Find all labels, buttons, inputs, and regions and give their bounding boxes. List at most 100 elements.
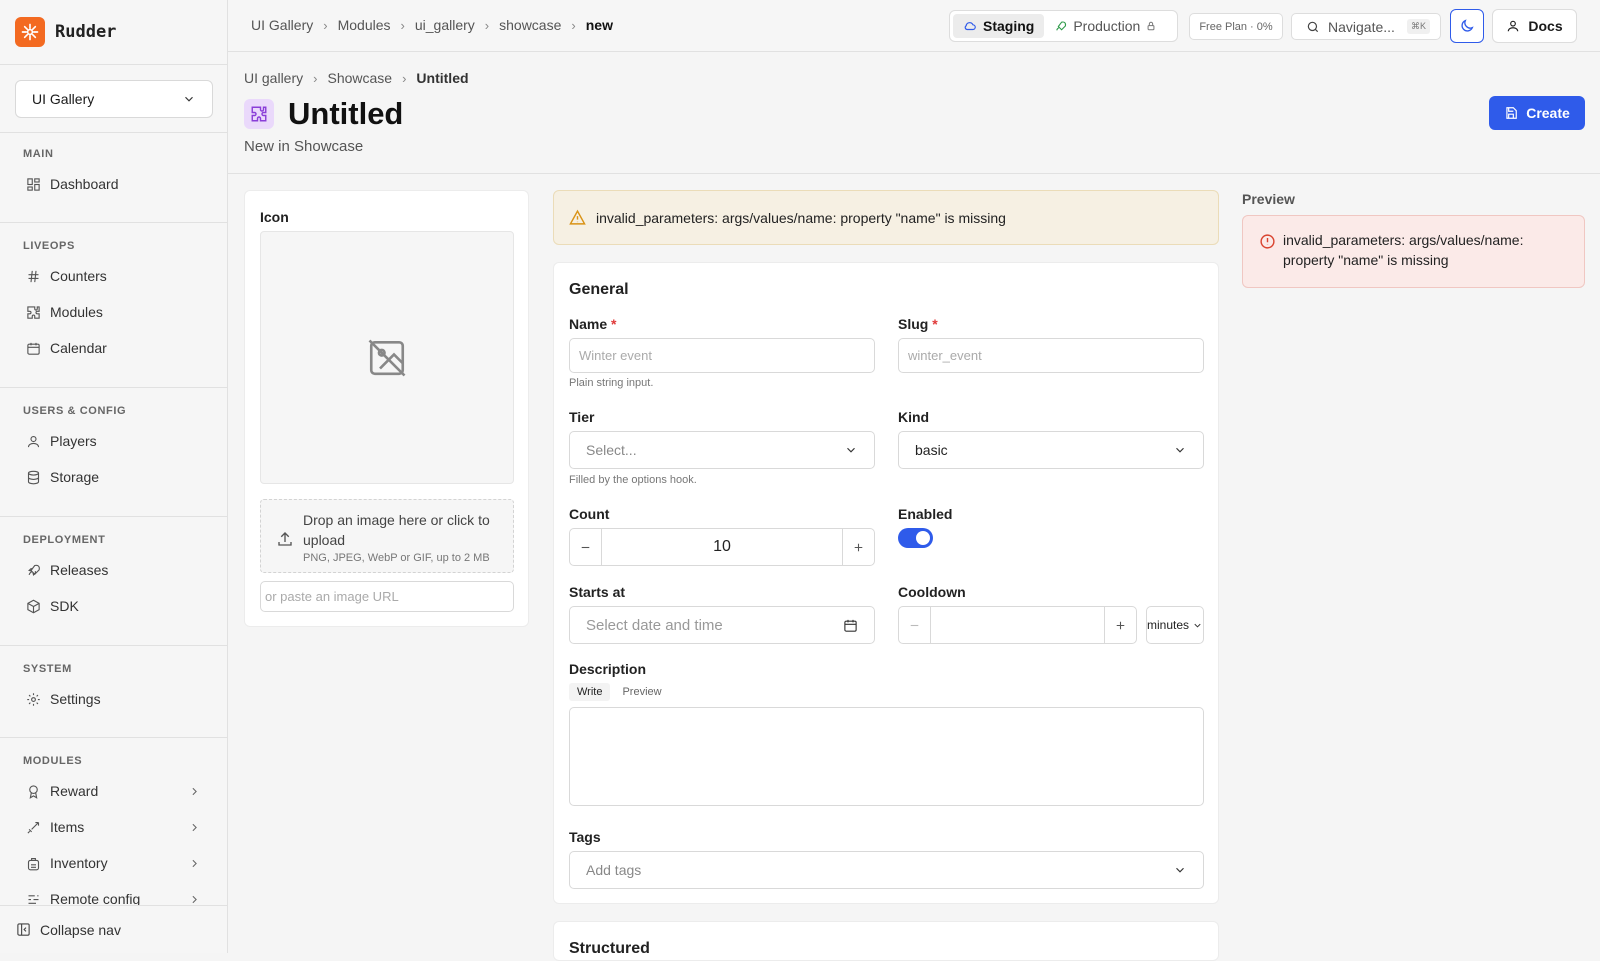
sidebar-item-dashboard[interactable]: Dashboard — [26, 176, 201, 192]
breadcrumb-item[interactable]: Modules — [338, 17, 391, 33]
enabled-toggle[interactable] — [898, 528, 933, 548]
name-label: Name * — [569, 316, 616, 332]
description-label: Description — [569, 661, 647, 677]
search-icon — [1306, 20, 1320, 34]
tier-select[interactable]: Select... — [569, 431, 875, 469]
tags-placeholder: Add tags — [586, 862, 642, 878]
package-icon — [26, 599, 41, 614]
icon-card: Icon Drop an image here or click to uplo… — [244, 190, 529, 627]
minus-icon — [581, 546, 590, 548]
collapse-nav-label: Collapse nav — [40, 921, 121, 938]
cooldown-unit-select[interactable]: minutes — [1146, 606, 1204, 644]
plan-badge[interactable]: Free Plan · 0% — [1189, 13, 1283, 40]
sidebar-item-label: Counters — [50, 268, 107, 284]
sidebar: Rudder UI Gallery MAIN Dashboard LIVEOPS… — [0, 0, 228, 953]
starts-at-value: Select date and time — [586, 616, 723, 634]
chevron-right-icon — [188, 893, 201, 906]
env-production-button[interactable]: Production — [1044, 14, 1166, 38]
warning-text: invalid_parameters: args/values/name: pr… — [596, 209, 1006, 226]
chevron-down-icon — [1173, 863, 1187, 877]
increment-button[interactable] — [1105, 607, 1136, 643]
chevron-down-icon — [182, 92, 196, 106]
image-dropzone[interactable]: Drop an image here or click to upload PN… — [260, 499, 514, 573]
tags-select[interactable]: Add tags — [569, 851, 1204, 889]
tab-write[interactable]: Write — [569, 683, 611, 701]
alert-circle-icon — [1259, 233, 1276, 250]
breadcrumb-item[interactable]: ui_gallery — [415, 17, 475, 33]
sidebar-item-storage[interactable]: Storage — [26, 469, 201, 485]
navigate-search[interactable]: Navigate... ⌘K — [1291, 13, 1441, 40]
tags-label: Tags — [569, 829, 601, 845]
gear-icon — [26, 692, 41, 707]
divider — [0, 222, 227, 223]
docs-button[interactable]: Docs — [1492, 9, 1577, 43]
breadcrumb-item[interactable]: showcase — [499, 17, 561, 33]
tab-preview[interactable]: Preview — [614, 683, 669, 701]
sidebar-item-reward[interactable]: Reward — [26, 783, 201, 799]
sidebar-item-players[interactable]: Players — [26, 433, 201, 449]
dashboard-icon — [26, 177, 41, 192]
plus-icon — [1116, 621, 1125, 629]
app-select[interactable]: UI Gallery — [15, 80, 213, 118]
env-staging-button[interactable]: Staging — [953, 14, 1045, 38]
divider — [0, 64, 227, 65]
kind-label: Kind — [898, 409, 930, 425]
divider — [0, 737, 227, 738]
shortcut-hint: ⌘K — [1406, 19, 1430, 34]
sidebar-item-releases[interactable]: Releases — [26, 562, 201, 578]
decrement-button[interactable] — [570, 529, 601, 565]
description-textarea[interactable] — [569, 707, 1204, 806]
image-url-input[interactable]: or paste an image URL — [260, 581, 514, 612]
user-icon — [26, 434, 41, 449]
chevron-right-icon: › — [313, 70, 318, 86]
sidebar-item-label: Releases — [50, 562, 109, 578]
breadcrumb-item[interactable]: UI gallery — [244, 70, 303, 86]
sidebar-item-label: Items — [50, 819, 85, 835]
header-divider — [228, 173, 1600, 174]
starts-at-picker[interactable]: Select date and time — [569, 606, 875, 644]
sidebar-item-modules[interactable]: Modules — [26, 304, 201, 320]
sword-icon — [26, 820, 41, 835]
chevron-right-icon — [188, 821, 201, 834]
divider — [0, 132, 227, 133]
tier-label: Tier — [569, 409, 595, 425]
sidebar-item-calendar[interactable]: Calendar — [26, 340, 201, 356]
sidebar-item-inventory[interactable]: Inventory — [26, 855, 201, 871]
lock-icon — [1146, 21, 1156, 31]
increment-button[interactable] — [843, 529, 874, 565]
breadcrumb-current: new — [585, 17, 613, 33]
section-label-liveops: LIVEOPS — [23, 240, 75, 252]
count-input[interactable]: 10 — [601, 529, 843, 565]
create-button[interactable]: Create — [1489, 96, 1585, 130]
sidebar-item-settings[interactable]: Settings — [26, 691, 201, 707]
decrement-button[interactable] — [899, 607, 930, 643]
sidebar-item-counters[interactable]: Counters — [26, 268, 201, 284]
brand[interactable]: Rudder — [15, 17, 116, 47]
collapse-nav-button[interactable]: Collapse nav — [0, 905, 227, 953]
required-marker: * — [611, 316, 617, 332]
sidebar-item-sdk[interactable]: SDK — [26, 598, 201, 614]
divider — [0, 645, 227, 646]
section-label-deployment: DEPLOYMENT — [23, 534, 106, 546]
cooldown-input[interactable] — [930, 607, 1105, 643]
kind-select[interactable]: basic — [898, 431, 1204, 469]
save-icon — [1504, 106, 1518, 120]
slug-input[interactable]: winter_event — [898, 338, 1204, 373]
section-label-modules: MODULES — [23, 755, 83, 767]
chevron-right-icon: › — [571, 17, 576, 33]
env-production-label: Production — [1073, 18, 1141, 34]
starts-at-label: Starts at — [569, 584, 626, 600]
chevron-right-icon: › — [323, 17, 328, 33]
sidebar-collapse-icon — [16, 922, 31, 937]
name-input[interactable]: Winter event — [569, 338, 875, 373]
count-stepper: 10 — [569, 528, 875, 566]
environment-switcher: Staging Production — [949, 10, 1178, 42]
divider — [0, 516, 227, 517]
theme-toggle-button[interactable] — [1450, 9, 1484, 43]
breadcrumb-item[interactable]: UI Gallery — [251, 17, 313, 33]
sidebar-item-label: Settings — [50, 691, 101, 707]
breadcrumb-item[interactable]: Showcase — [327, 70, 392, 86]
sidebar-item-items[interactable]: Items — [26, 819, 201, 835]
page-breadcrumb: UI gallery › Showcase › Untitled — [244, 70, 469, 86]
chevron-right-icon — [188, 785, 201, 798]
